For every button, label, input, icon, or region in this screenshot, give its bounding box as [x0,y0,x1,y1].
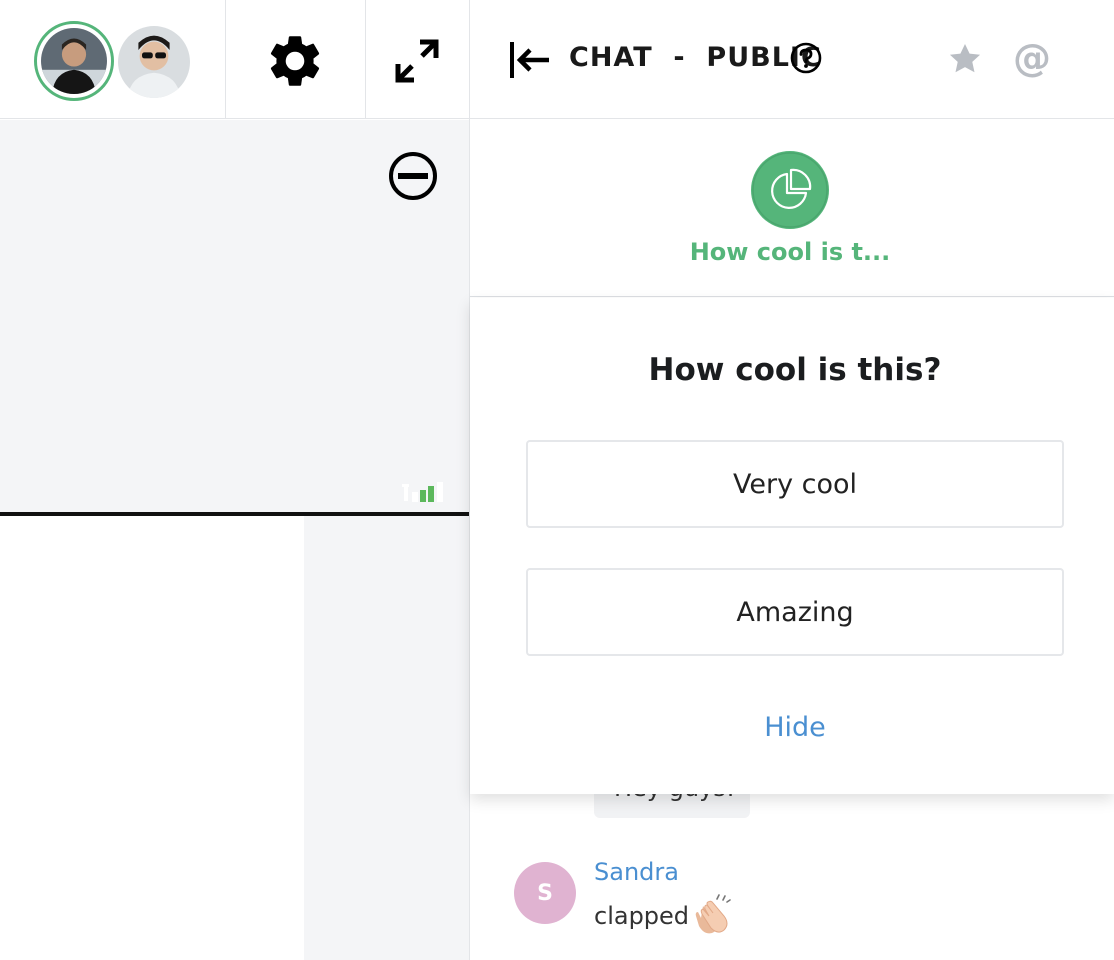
side-area [304,516,469,960]
chat-message-text: clapped [594,902,690,930]
chat-help-button[interactable] [790,42,822,74]
signal-bars-icon [402,482,443,502]
star-icon [949,43,981,73]
mentions-button[interactable]: @ [1012,35,1052,81]
minus-circle-icon [389,152,437,200]
clapping-hands-icon [694,892,738,936]
gear-icon [270,36,320,86]
hide-poll-link[interactable]: Hide [470,712,1114,743]
header-divider [225,0,226,119]
collapse-left-icon [510,42,549,78]
sender-avatar[interactable]: S [514,862,576,924]
poll-option-amazing[interactable]: Amazing [526,568,1064,656]
settings-button[interactable] [264,30,326,92]
user-avatar-2-icon [118,26,190,98]
sender-name[interactable]: Sandra [594,858,679,886]
favorites-button[interactable] [946,40,984,78]
pie-chart-icon [751,151,829,229]
fullscreen-button[interactable] [394,38,440,84]
participant-avatar-2[interactable] [118,26,190,98]
chat-title: CHAT - PUBLIC [569,42,822,73]
poll-option-very-cool[interactable]: Very cool [526,440,1064,528]
minimize-button[interactable] [388,151,438,201]
expand-icon [395,39,439,83]
poll-chip-label[interactable]: How cool is t... [470,238,1110,266]
question-circle-icon [790,42,822,74]
poll-question: How cool is this? [648,352,942,388]
video-header [0,0,469,119]
participant-avatar-1[interactable] [34,21,114,101]
connection-status [400,478,448,504]
header-divider [365,0,366,119]
presentation-area [0,516,304,960]
collapse-chat-button[interactable] [508,41,550,79]
poll-chip-button[interactable] [750,150,830,230]
user-avatar-1-icon [41,28,107,94]
